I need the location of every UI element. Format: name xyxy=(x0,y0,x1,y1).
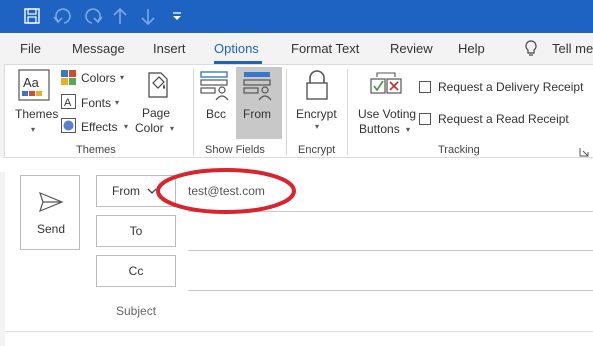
group-label-themes: Themes xyxy=(76,144,116,156)
from-toggle-button[interactable]: From xyxy=(236,67,282,139)
group-label-encrypt: Encrypt xyxy=(298,144,336,156)
bcc-icon xyxy=(200,71,229,101)
chevron-down-icon: ▾ xyxy=(115,98,120,107)
send-button[interactable]: Send xyxy=(20,175,80,250)
themes-icon: Aa xyxy=(18,69,50,101)
arrow-up-icon[interactable] xyxy=(113,7,127,24)
themes-label: Themes xyxy=(15,107,59,121)
svg-text:A: A xyxy=(64,97,72,109)
group-divider xyxy=(286,69,287,155)
chevron-down-icon: ▾ xyxy=(170,124,175,133)
page-color-button[interactable]: Page Color ▾ xyxy=(133,69,179,141)
read-receipt-checkbox[interactable] xyxy=(419,113,431,125)
delivery-receipt-checkbox[interactable] xyxy=(419,81,431,93)
effects-label: Effects xyxy=(81,120,118,134)
tab-help[interactable]: Help xyxy=(458,41,485,56)
customize-toolbar-icon[interactable] xyxy=(173,12,181,20)
voting-icon xyxy=(370,72,402,94)
bcc-button[interactable]: Bcc xyxy=(197,67,233,139)
effects-button[interactable]: Effects ▾ xyxy=(61,117,131,137)
chevron-down-icon: ▾ xyxy=(120,73,125,82)
delivery-receipt-option[interactable]: Request a Delivery Receipt xyxy=(419,79,589,97)
fonts-label: Fonts xyxy=(81,96,112,110)
redo-icon[interactable] xyxy=(85,8,103,24)
lightbulb-icon xyxy=(524,40,538,61)
ribbon-options: Aa Themes ▾ Colors ▾ A Fonts ▾ Effects ▾ xyxy=(4,64,593,158)
effects-icon xyxy=(61,118,76,133)
chevron-down-icon: ▾ xyxy=(406,125,411,134)
ribbon-tab-bar: File Message Insert Options Format Text … xyxy=(0,33,593,64)
colors-button[interactable]: Colors ▾ xyxy=(61,69,131,89)
group-divider xyxy=(347,69,348,155)
tab-file[interactable]: File xyxy=(20,41,41,56)
delivery-receipt-label: Request a Delivery Receipt xyxy=(438,80,584,94)
themes-button[interactable]: Aa Themes ▾ xyxy=(13,67,59,139)
tab-review[interactable]: Review xyxy=(390,41,433,56)
cc-underline xyxy=(188,290,593,291)
encrypt-label: Encrypt xyxy=(296,107,337,121)
page-color-label-line2: Color xyxy=(135,121,164,135)
lock-icon xyxy=(306,70,328,100)
tab-format-text[interactable]: Format Text xyxy=(291,41,359,56)
highlight-ellipse xyxy=(156,168,296,214)
subject-underline xyxy=(5,331,593,332)
group-label-tracking: Tracking xyxy=(438,144,480,156)
send-icon xyxy=(39,191,64,213)
page-color-icon xyxy=(148,72,168,98)
voting-label-line2: Buttons xyxy=(359,122,400,136)
voting-label-line1: Use Voting xyxy=(358,107,417,121)
subject-label: Subject xyxy=(116,304,157,318)
fonts-icon: A xyxy=(61,94,76,109)
chevron-down-icon: ▾ xyxy=(31,125,36,134)
from-label: From xyxy=(243,107,271,121)
tab-message[interactable]: Message xyxy=(72,41,125,56)
cc-button[interactable]: Cc xyxy=(96,255,176,287)
to-input[interactable] xyxy=(188,216,593,250)
from-button-label: From xyxy=(112,184,140,198)
encrypt-button[interactable]: Encrypt ▾ xyxy=(293,67,341,139)
bcc-label: Bcc xyxy=(206,107,227,121)
to-button[interactable]: To xyxy=(96,215,176,247)
left-edge xyxy=(0,172,5,346)
undo-icon[interactable] xyxy=(53,8,71,24)
colors-label: Colors xyxy=(81,71,116,85)
chevron-down-icon: ▾ xyxy=(124,122,129,131)
group-label-show-fields: Show Fields xyxy=(205,144,265,156)
group-divider xyxy=(193,69,194,155)
read-receipt-label: Request a Read Receipt xyxy=(438,112,569,126)
colors-icon xyxy=(61,70,76,85)
tab-options[interactable]: Options xyxy=(214,41,259,56)
tell-me-search[interactable]: Tell me xyxy=(552,41,593,56)
chevron-down-icon: ▾ xyxy=(315,122,320,131)
fonts-button[interactable]: A Fonts ▾ xyxy=(61,93,131,113)
to-underline xyxy=(188,250,593,251)
tab-insert[interactable]: Insert xyxy=(153,41,186,56)
save-icon[interactable] xyxy=(24,8,40,24)
page-color-label-line1: Page xyxy=(142,106,171,120)
cc-input[interactable] xyxy=(188,256,593,290)
from-field-icon xyxy=(243,72,272,101)
use-voting-buttons[interactable]: Use Voting Buttons ▾ xyxy=(355,67,417,139)
svg-text:Aa: Aa xyxy=(23,75,40,90)
quick-access-toolbar xyxy=(0,0,593,33)
subject-input[interactable] xyxy=(188,296,593,330)
arrow-down-icon[interactable] xyxy=(141,9,155,26)
send-label: Send xyxy=(37,222,66,236)
read-receipt-option[interactable]: Request a Read Receipt xyxy=(419,111,589,129)
